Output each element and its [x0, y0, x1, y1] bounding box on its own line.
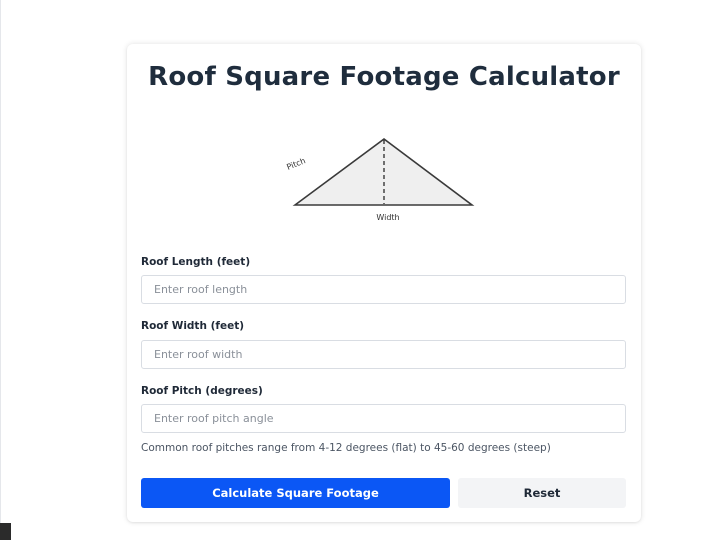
window-edge [0, 0, 1, 540]
calculate-button[interactable]: Calculate Square Footage [141, 478, 450, 508]
roof-pitch-input[interactable] [141, 404, 626, 433]
reset-button[interactable]: Reset [458, 478, 626, 508]
roof-pitch-label: Roof Pitch (degrees) [141, 385, 263, 397]
roof-length-label: Roof Length (feet) [141, 256, 251, 268]
page-title: Roof Square Footage Calculator [148, 62, 620, 92]
calculator-card: Roof Square Footage Calculator Pitch Wid… [127, 44, 641, 522]
pitch-label: Pitch [285, 156, 306, 172]
roof-width-label: Roof Width (feet) [141, 320, 245, 332]
roof-diagram: Pitch Width [267, 132, 487, 228]
width-label: Width [376, 213, 399, 222]
corner-artifact [0, 523, 11, 540]
roof-width-input[interactable] [141, 340, 626, 369]
pitch-hint: Common roof pitches range from 4-12 degr… [141, 442, 551, 454]
roof-length-input[interactable] [141, 275, 626, 304]
